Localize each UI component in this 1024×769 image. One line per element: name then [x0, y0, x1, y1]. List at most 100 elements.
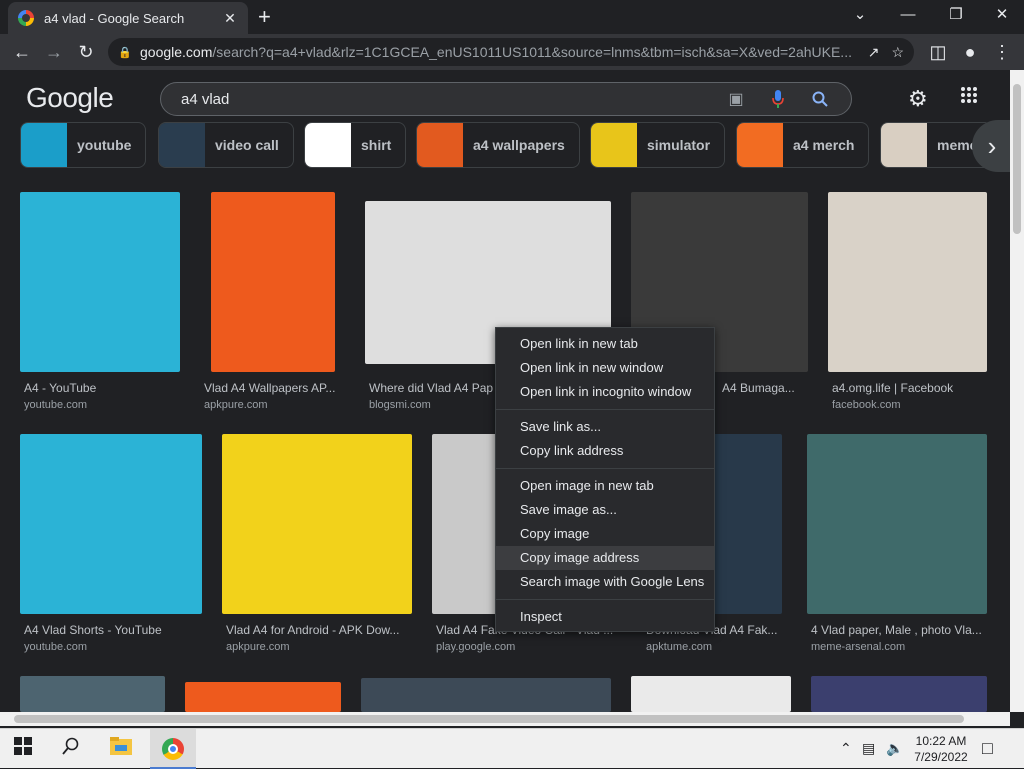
search-icon[interactable]: [809, 88, 831, 110]
search-box[interactable]: a4 vlad ▣: [160, 82, 852, 116]
apps-grid-icon[interactable]: [960, 86, 978, 110]
result-title[interactable]: A4 Vlad Shorts - YouTube: [24, 623, 204, 637]
chip-label: a4 wallpapers: [473, 137, 565, 153]
windows-start-icon[interactable]: [14, 737, 32, 761]
url-host: google.com: [140, 44, 213, 60]
chip-label: video call: [215, 137, 279, 153]
title-bar: a4 vlad - Google Search ✕ + ⌄ — ❐ ✕: [0, 0, 1024, 34]
result-source[interactable]: youtube.com: [24, 641, 87, 653]
profile-avatar-icon[interactable]: ●: [958, 40, 982, 64]
camera-icon[interactable]: ▣: [725, 88, 747, 110]
restore-button[interactable]: ❐: [936, 4, 976, 26]
browser-tab[interactable]: a4 vlad - Google Search ✕: [8, 2, 248, 34]
result-title[interactable]: a4.omg.life | Facebook: [832, 381, 992, 395]
chip-youtube[interactable]: youtube: [20, 122, 147, 168]
chip-thumbnail: [305, 123, 351, 167]
url-path: /search?q=a4+vlad&rlz=1C1GCEA_enUS1011US…: [212, 44, 852, 60]
menu-save-link-as[interactable]: Save link as...: [496, 415, 714, 439]
menu-open-link-new-tab[interactable]: Open link in new tab: [496, 332, 714, 356]
chip-a4-merch[interactable]: a4 merch: [736, 122, 870, 168]
lock-icon[interactable]: 🔒: [118, 46, 132, 59]
search-icon[interactable]: [62, 737, 80, 761]
chip-video-call[interactable]: video call: [158, 122, 294, 168]
back-arrow-icon[interactable]: ←: [10, 40, 34, 64]
related-searches-chips: youtube video call shirt a4 wallpapers s…: [20, 122, 1010, 168]
chip-label: a4 merch: [793, 137, 855, 153]
menu-search-image-google-lens[interactable]: Search image with Google Lens: [496, 570, 714, 594]
result-image[interactable]: [361, 678, 611, 712]
chip-thumbnail: [591, 123, 637, 167]
result-source[interactable]: youtube.com: [24, 399, 87, 411]
minimize-button[interactable]: —: [888, 4, 928, 26]
horizontal-scrollbar[interactable]: [0, 712, 1010, 726]
microphone-icon[interactable]: [767, 88, 789, 110]
result-title[interactable]: 4 Vlad paper, Male , photo Vla...: [811, 623, 989, 637]
vertical-scrollbar[interactable]: [1010, 70, 1024, 712]
chip-label: simulator: [647, 137, 711, 153]
chip-thumbnail: [881, 123, 927, 167]
file-explorer-icon[interactable]: [110, 737, 132, 761]
result-title[interactable]: Vlad A4 for Android - APK Dow...: [226, 623, 408, 637]
forward-arrow-icon[interactable]: →: [42, 40, 66, 64]
result-source[interactable]: apktume.com: [646, 641, 712, 653]
result-source[interactable]: apkpure.com: [226, 641, 290, 653]
volume-icon[interactable]: 🔈: [886, 740, 903, 757]
address-bar[interactable]: 🔒 google.com /search?q=a4+vlad&rlz=1C1GC…: [108, 38, 914, 66]
menu-copy-image-address[interactable]: Copy image address: [496, 546, 714, 570]
result-title[interactable]: Vlad A4 Wallpapers AP...: [204, 381, 342, 395]
menu-save-image-as[interactable]: Save image as...: [496, 498, 714, 522]
result-image[interactable]: [211, 192, 335, 372]
horizontal-scroll-thumb[interactable]: [14, 715, 964, 723]
result-title[interactable]: A4 Bumaga...: [722, 381, 812, 395]
google-logo[interactable]: Google: [26, 82, 114, 114]
result-image[interactable]: [20, 192, 180, 372]
menu-kebab-icon[interactable]: ⋮: [990, 40, 1014, 64]
side-panel-icon[interactable]: ◫: [926, 40, 950, 64]
result-image[interactable]: [185, 682, 341, 712]
context-menu: Open link in new tab Open link in new wi…: [495, 327, 715, 632]
tab-close-icon[interactable]: ✕: [222, 10, 238, 27]
result-image[interactable]: [828, 192, 987, 372]
result-title[interactable]: A4 - YouTube: [24, 381, 184, 395]
chip-thumbnail: [159, 123, 205, 167]
menu-copy-image[interactable]: Copy image: [496, 522, 714, 546]
result-image[interactable]: [807, 434, 987, 614]
result-image[interactable]: [20, 676, 165, 712]
chip-shirt[interactable]: shirt: [304, 122, 407, 168]
chevron-up-icon[interactable]: ⌃: [840, 740, 852, 757]
result-source[interactable]: blogsmi.com: [369, 399, 431, 411]
result-image[interactable]: [631, 676, 791, 712]
settings-gear-icon[interactable]: ⚙: [908, 86, 928, 112]
menu-open-image-new-tab[interactable]: Open image in new tab: [496, 474, 714, 498]
chrome-taskbar-button[interactable]: [150, 729, 196, 769]
chip-thumbnail: [737, 123, 783, 167]
network-icon[interactable]: ▤: [862, 740, 875, 757]
chrome-icon: [162, 738, 184, 760]
vertical-scroll-thumb[interactable]: [1013, 84, 1021, 234]
share-icon[interactable]: ↗: [868, 44, 880, 61]
menu-inspect[interactable]: Inspect: [496, 605, 714, 629]
close-window-button[interactable]: ✕: [982, 4, 1022, 26]
result-image[interactable]: [222, 434, 412, 614]
google-favicon-icon: [18, 10, 34, 26]
menu-open-link-incognito[interactable]: Open link in incognito window: [496, 380, 714, 404]
reload-icon[interactable]: ↻: [74, 40, 98, 64]
chip-simulator[interactable]: simulator: [590, 122, 726, 168]
menu-copy-link-address[interactable]: Copy link address: [496, 439, 714, 463]
result-source[interactable]: apkpure.com: [204, 399, 268, 411]
result-source[interactable]: play.google.com: [436, 641, 515, 653]
result-title[interactable]: Where did Vlad A4 Pap...: [369, 381, 493, 395]
menu-separator: [496, 599, 714, 600]
menu-open-link-new-window[interactable]: Open link in new window: [496, 356, 714, 380]
chip-a4-wallpapers[interactable]: a4 wallpapers: [416, 122, 580, 168]
result-image[interactable]: [20, 434, 202, 614]
bookmark-star-icon[interactable]: ☆: [891, 44, 904, 61]
result-source[interactable]: facebook.com: [832, 399, 900, 411]
taskbar-clock[interactable]: 10:22 AM 7/29/2022: [906, 733, 976, 765]
result-image[interactable]: [811, 676, 987, 712]
tab-search-button[interactable]: ⌄: [840, 4, 880, 26]
new-tab-button[interactable]: +: [258, 6, 271, 28]
notification-icon[interactable]: □: [982, 738, 993, 759]
result-source[interactable]: meme-arsenal.com: [811, 641, 905, 653]
search-input[interactable]: a4 vlad: [181, 91, 725, 108]
